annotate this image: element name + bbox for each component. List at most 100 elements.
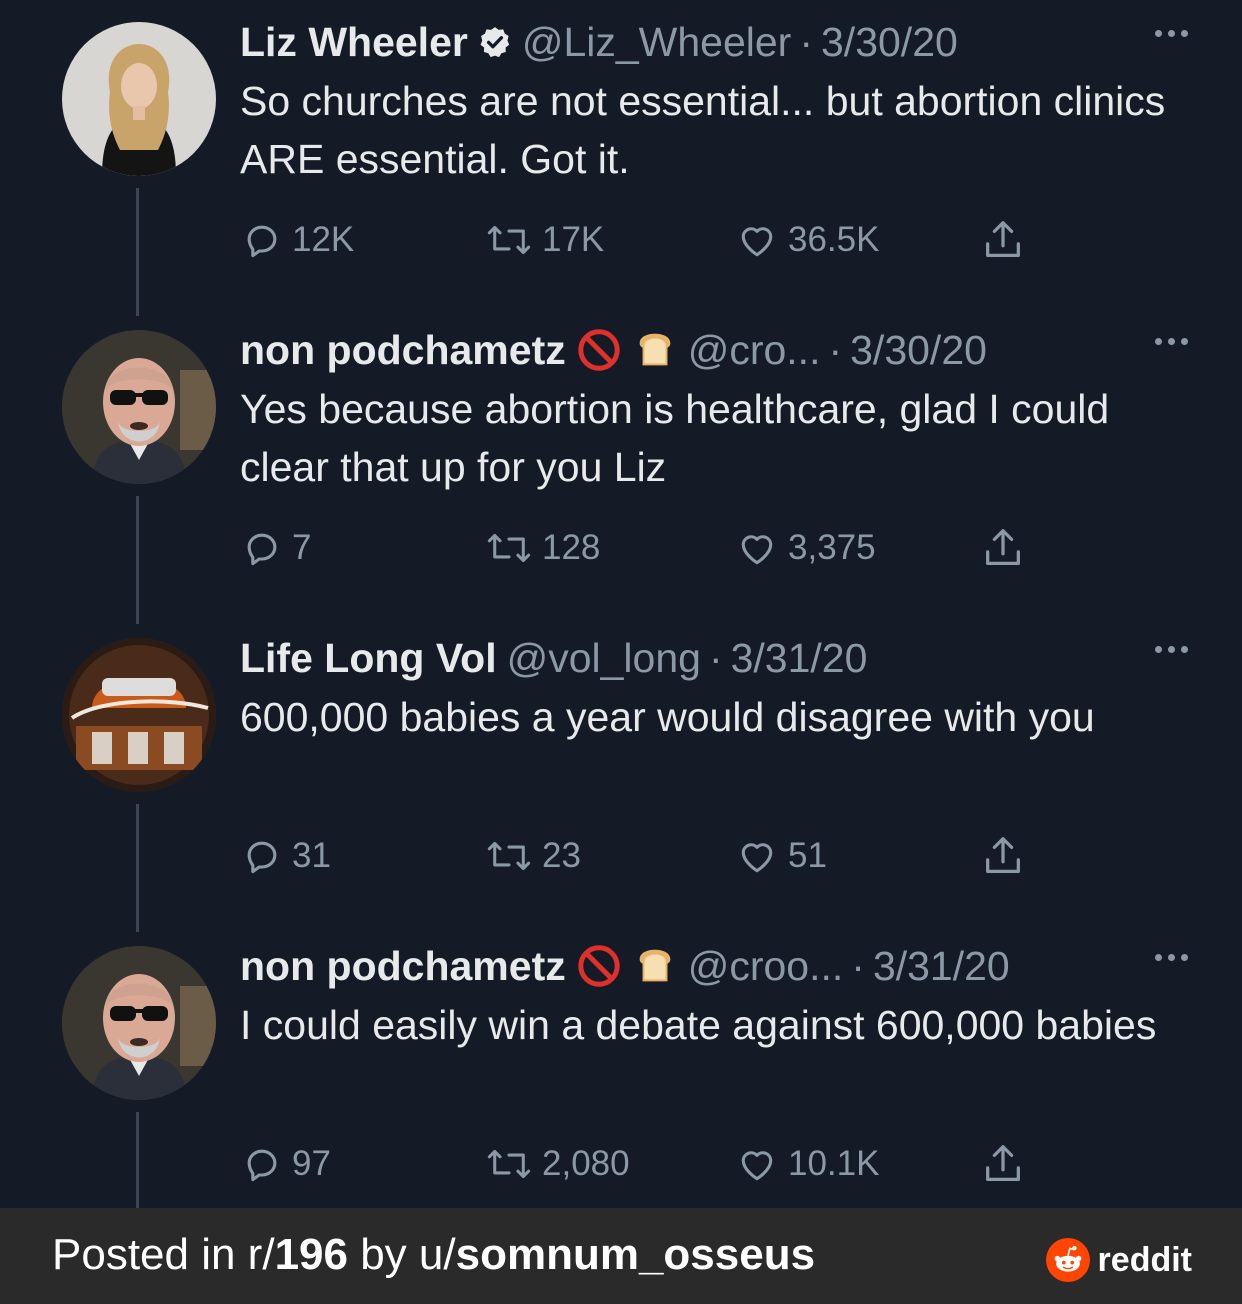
share-icon bbox=[986, 837, 1020, 873]
share-icon bbox=[986, 221, 1020, 257]
author-handle[interactable]: @croo... bbox=[688, 943, 844, 990]
separator-dot: · bbox=[799, 18, 813, 65]
like-icon bbox=[741, 535, 773, 565]
retweet-button[interactable]: 2,080 bbox=[484, 1140, 630, 1188]
reply-count: 31 bbox=[292, 836, 331, 875]
no-entry-icon bbox=[576, 943, 622, 989]
like-icon bbox=[741, 1151, 773, 1181]
author-handle[interactable]: @vol_long bbox=[507, 635, 701, 682]
share-button[interactable] bbox=[980, 832, 1026, 880]
tweet-actions: 97 2,080 10.1K bbox=[240, 1140, 1040, 1188]
tweet[interactable]: Liz Wheeler @Liz_Wheeler · 3/30/20 So ch… bbox=[0, 0, 1242, 316]
tweet-text: I could easily win a debate against 600,… bbox=[240, 1002, 1157, 1048]
author-handle[interactable]: @Liz_Wheeler bbox=[522, 19, 792, 66]
subreddit-link[interactable]: 196 bbox=[275, 1230, 348, 1279]
like-count: 36.5K bbox=[788, 220, 880, 259]
tweet-actions: 31 23 51 bbox=[240, 832, 1040, 880]
verified-icon bbox=[478, 25, 512, 59]
reddit-icon bbox=[1045, 1238, 1090, 1282]
more-icon[interactable] bbox=[1155, 646, 1188, 653]
share-icon bbox=[986, 529, 1020, 565]
tweet-actions: 12K 17K 36.5K bbox=[240, 216, 1040, 264]
tweet-date[interactable]: 3/30/20 bbox=[821, 19, 958, 66]
avatar[interactable] bbox=[62, 946, 216, 1100]
bread-icon bbox=[632, 943, 678, 989]
reply-button[interactable]: 12K bbox=[240, 216, 354, 264]
retweet-icon bbox=[487, 841, 531, 871]
thread-line bbox=[136, 188, 139, 316]
reddit-logo: reddit bbox=[1045, 1238, 1192, 1282]
no-entry-icon bbox=[576, 327, 622, 373]
reply-button[interactable]: 97 bbox=[240, 1140, 331, 1188]
username-link[interactable]: somnum_osseus bbox=[456, 1230, 815, 1279]
retweet-count: 17K bbox=[542, 220, 605, 259]
author-name[interactable]: Liz Wheeler bbox=[240, 19, 468, 66]
share-button[interactable] bbox=[980, 216, 1026, 264]
retweet-button[interactable]: 17K bbox=[484, 216, 604, 264]
reply-icon bbox=[247, 841, 277, 874]
tweet-header: Liz Wheeler @Liz_Wheeler · 3/30/20 bbox=[240, 16, 1182, 68]
separator-dot: · bbox=[851, 942, 865, 989]
like-count: 51 bbox=[788, 836, 827, 875]
more-icon[interactable] bbox=[1155, 954, 1188, 961]
separator-dot: · bbox=[708, 634, 723, 681]
thread-line bbox=[136, 804, 139, 932]
retweet-button[interactable]: 23 bbox=[484, 832, 581, 880]
retweet-icon bbox=[487, 533, 531, 563]
author-name[interactable]: non podchametz bbox=[240, 943, 566, 990]
reply-button[interactable]: 7 bbox=[240, 524, 311, 572]
tweet[interactable]: Life Long Vol @vol_long · 3/31/20 600,00… bbox=[0, 616, 1242, 932]
author-name[interactable]: non podchametz bbox=[240, 327, 566, 374]
posted-in-prefix: Posted in r/ bbox=[52, 1230, 275, 1279]
reddit-footer: Posted in r/196 by u/somnum_osseus reddi… bbox=[0, 1208, 1242, 1304]
avatar[interactable] bbox=[62, 22, 216, 176]
tweet-text: 600,000 babies a year would disagree wit… bbox=[240, 694, 1095, 740]
reddit-wordmark: reddit bbox=[1097, 1240, 1192, 1279]
like-icon bbox=[741, 227, 773, 257]
retweet-button[interactable]: 128 bbox=[484, 524, 600, 572]
posted-by-prefix: by u/ bbox=[347, 1230, 456, 1279]
retweet-icon bbox=[487, 225, 531, 255]
avatar[interactable] bbox=[62, 638, 216, 792]
like-count: 10.1K bbox=[788, 1144, 880, 1183]
share-icon bbox=[986, 1145, 1020, 1181]
like-button[interactable]: 36.5K bbox=[734, 216, 879, 264]
tweet-text: So churches are not essential... but abo… bbox=[240, 78, 1166, 182]
posted-in-text: Posted in r/196 by u/somnum_osseus bbox=[52, 1230, 815, 1280]
separator-dot: · bbox=[828, 326, 843, 373]
retweet-count: 23 bbox=[542, 836, 581, 875]
author-name[interactable]: Life Long Vol bbox=[240, 635, 497, 682]
like-button[interactable]: 10.1K bbox=[734, 1140, 879, 1188]
tweet[interactable]: non podchametz @croo... · 3/31/20 I coul… bbox=[0, 924, 1242, 1240]
avatar[interactable] bbox=[62, 330, 216, 484]
share-button[interactable] bbox=[980, 1140, 1026, 1188]
tweet[interactable]: non podchametz @cro... · 3/30/20 Yes bec… bbox=[0, 308, 1242, 624]
tweet-header: Life Long Vol @vol_long · 3/31/20 bbox=[240, 632, 1182, 684]
reply-count: 7 bbox=[292, 528, 312, 567]
tweet-header: non podchametz @cro... · 3/30/20 bbox=[240, 324, 1182, 376]
author-handle[interactable]: @cro... bbox=[688, 327, 821, 374]
reply-icon bbox=[247, 225, 277, 258]
retweet-count: 2,080 bbox=[542, 1144, 630, 1183]
tweet-text: Yes because abortion is healthcare, glad… bbox=[240, 386, 1110, 490]
reply-icon bbox=[247, 533, 277, 566]
reply-button[interactable]: 31 bbox=[240, 832, 331, 880]
tweet-header: non podchametz @croo... · 3/31/20 bbox=[240, 940, 1182, 992]
tweet-date[interactable]: 3/30/20 bbox=[850, 327, 987, 374]
bread-icon bbox=[632, 327, 678, 373]
retweet-icon bbox=[487, 1149, 531, 1179]
like-button[interactable]: 51 bbox=[734, 832, 827, 880]
more-icon[interactable] bbox=[1155, 338, 1188, 345]
tweet-thread: Liz Wheeler @Liz_Wheeler · 3/30/20 So ch… bbox=[0, 0, 1242, 1240]
more-icon[interactable] bbox=[1155, 30, 1188, 37]
reply-count: 97 bbox=[292, 1144, 331, 1183]
thread-line bbox=[136, 496, 139, 624]
tweet-date[interactable]: 3/31/20 bbox=[873, 943, 1010, 990]
share-button[interactable] bbox=[980, 524, 1026, 572]
retweet-count: 128 bbox=[542, 528, 601, 567]
like-button[interactable]: 3,375 bbox=[734, 524, 876, 572]
like-count: 3,375 bbox=[788, 528, 876, 567]
like-icon bbox=[741, 843, 773, 873]
tweet-actions: 7 128 3,375 bbox=[240, 524, 1040, 572]
tweet-date[interactable]: 3/31/20 bbox=[731, 635, 868, 682]
